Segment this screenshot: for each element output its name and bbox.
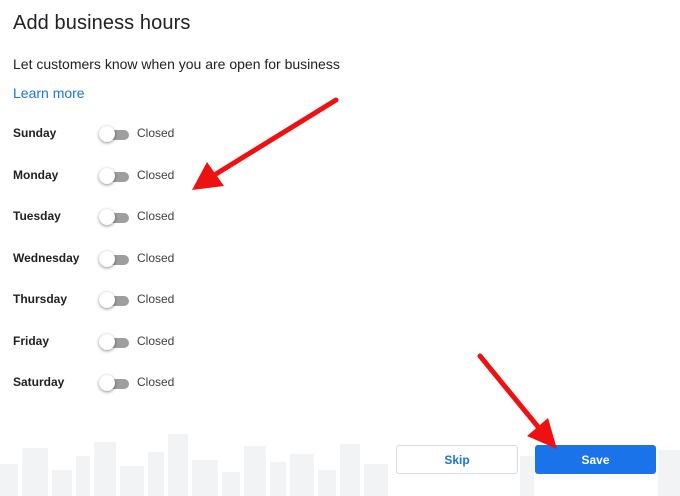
- page-subtitle: Let customers know when you are open for…: [13, 56, 340, 72]
- day-row-tuesday: Tuesday Closed: [13, 206, 313, 228]
- toggle-knob: [99, 209, 115, 225]
- toggle-knob: [99, 375, 115, 391]
- day-row-monday: Monday Closed: [13, 165, 313, 187]
- skip-button[interactable]: Skip: [396, 445, 518, 474]
- day-label: Saturday: [13, 375, 65, 389]
- save-button[interactable]: Save: [535, 445, 656, 474]
- day-label: Monday: [13, 168, 59, 182]
- day-open-toggle[interactable]: [99, 375, 129, 391]
- day-status: Closed: [137, 292, 175, 306]
- toggle-knob: [99, 334, 115, 350]
- day-row-saturday: Saturday Closed: [13, 372, 313, 394]
- day-status: Closed: [137, 126, 175, 140]
- day-label: Tuesday: [13, 209, 61, 223]
- day-status: Closed: [137, 209, 175, 223]
- day-status: Closed: [137, 251, 175, 265]
- day-label: Wednesday: [13, 251, 80, 265]
- day-row-wednesday: Wednesday Closed: [13, 248, 313, 270]
- day-open-toggle[interactable]: [99, 334, 129, 350]
- day-row-thursday: Thursday Closed: [13, 289, 313, 311]
- toggle-knob: [99, 126, 115, 142]
- day-open-toggle[interactable]: [99, 168, 129, 184]
- day-open-toggle[interactable]: [99, 251, 129, 267]
- toggle-knob: [99, 292, 115, 308]
- day-row-sunday: Sunday Closed: [13, 123, 313, 145]
- day-label: Sunday: [13, 126, 57, 140]
- day-label: Thursday: [13, 292, 68, 306]
- page-title: Add business hours: [13, 12, 191, 34]
- toggle-knob: [99, 168, 115, 184]
- day-open-toggle[interactable]: [99, 126, 129, 142]
- day-open-toggle[interactable]: [99, 292, 129, 308]
- day-open-toggle[interactable]: [99, 209, 129, 225]
- learn-more-link[interactable]: Learn more: [13, 85, 85, 101]
- toggle-knob: [99, 251, 115, 267]
- day-status: Closed: [137, 334, 175, 348]
- day-status: Closed: [137, 375, 175, 389]
- day-row-friday: Friday Closed: [13, 331, 313, 353]
- day-label: Friday: [13, 334, 50, 348]
- day-status: Closed: [137, 168, 175, 182]
